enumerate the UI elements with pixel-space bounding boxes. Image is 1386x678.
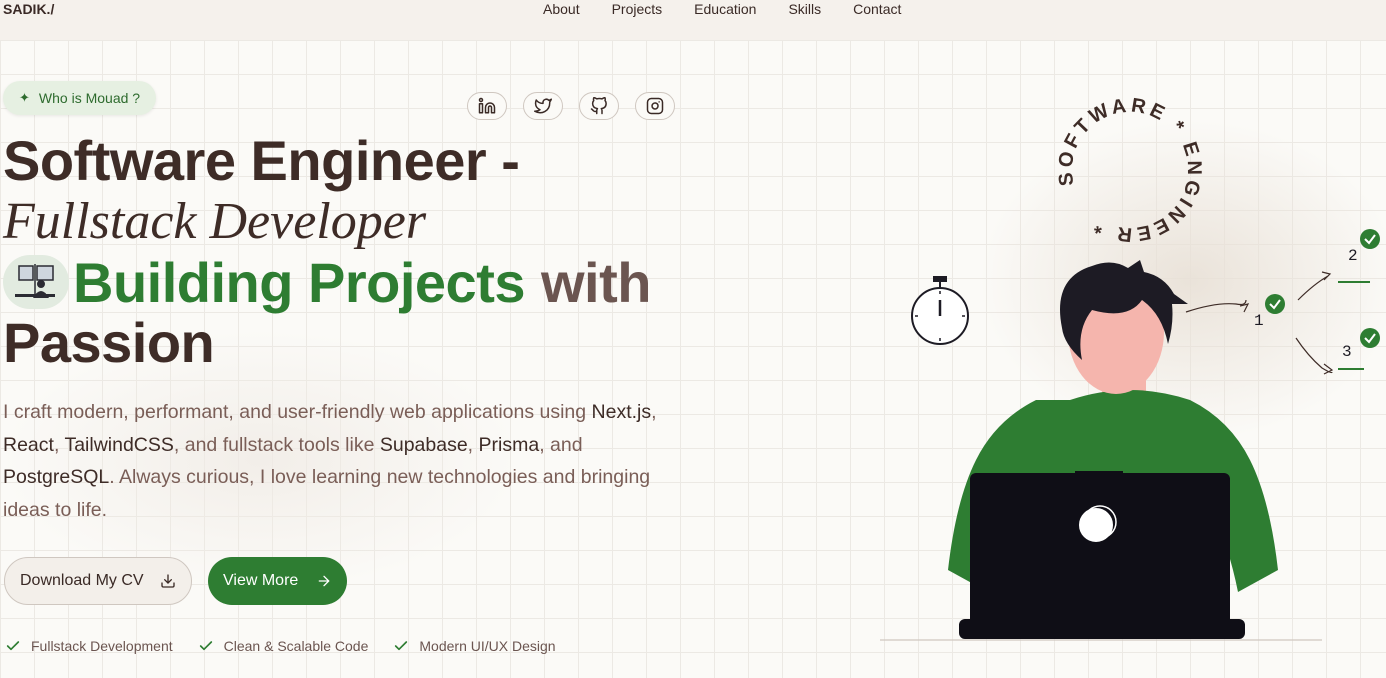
- hero-title-line3: Building Projects with: [3, 250, 651, 314]
- workstation-icon: [15, 264, 55, 298]
- download-cv-label: Download My CV: [20, 572, 144, 589]
- feature-item: Fullstack Development: [5, 638, 173, 654]
- feature-item: Modern UI/UX Design: [393, 638, 556, 654]
- check-icon: [395, 641, 408, 651]
- hero-description: I craft modern, performant, and user-fri…: [3, 401, 657, 521]
- hero-title: Software Engineer -: [3, 129, 520, 192]
- feature-item: Clean & Scalable Code: [198, 638, 369, 654]
- developer-illustration: SOFTWARE * ENGINEER * 1 2 3: [880, 78, 1380, 641]
- nav-education[interactable]: Education: [694, 1, 756, 17]
- linkedin-button[interactable]: [467, 92, 507, 120]
- hero-title-with: with: [541, 250, 651, 314]
- nav-contact[interactable]: Contact: [853, 1, 901, 17]
- feature-label: Fullstack Development: [31, 638, 173, 654]
- step-1-label: 1: [1254, 312, 1264, 330]
- instagram-icon: [646, 97, 664, 115]
- nav-projects[interactable]: Projects: [612, 1, 663, 17]
- hero-title-highlight: Building Projects: [73, 250, 526, 314]
- software-engineer-ring-text: SOFTWARE * ENGINEER *: [1038, 78, 1223, 263]
- check-icon: [199, 641, 212, 651]
- hero-title-passion: Passion: [3, 311, 215, 374]
- download-icon: [160, 574, 175, 588]
- instagram-button[interactable]: [635, 92, 675, 120]
- check-icon: [6, 641, 20, 651]
- feature-label: Clean & Scalable Code: [223, 638, 369, 654]
- feature-list: Fullstack Development Clean & Scalable C…: [5, 638, 556, 654]
- steps-diagram: 1 2 3: [1185, 229, 1380, 375]
- download-cv-button[interactable]: Download My CV: [4, 557, 192, 605]
- nav-about[interactable]: About: [543, 1, 580, 17]
- twitter-icon: [534, 98, 552, 114]
- view-more-label: View More: [223, 572, 299, 589]
- feature-label: Modern UI/UX Design: [419, 638, 556, 654]
- view-more-button[interactable]: View More: [208, 557, 347, 605]
- twitter-button[interactable]: [523, 92, 563, 120]
- stopwatch-icon: [911, 276, 969, 345]
- intro-badge: ✦ Who is Mouad ?: [3, 81, 157, 115]
- social-links: [467, 92, 675, 120]
- main-nav: About Projects Education Skills Contact: [543, 1, 933, 17]
- sparkle-icon: ✦: [19, 90, 30, 105]
- step-2-label: 2: [1348, 247, 1358, 265]
- linkedin-icon: [478, 97, 496, 114]
- badge-label: Who is Mouad ?: [38, 90, 141, 106]
- workstation-avatar: [3, 255, 69, 309]
- hero-subtitle: Fullstack Developer: [3, 193, 427, 250]
- nav-skills[interactable]: Skills: [788, 1, 821, 17]
- site-header: SADIK./ About Projects Education Skills …: [0, 0, 1386, 40]
- site-logo[interactable]: SADIK./: [3, 1, 54, 17]
- step-3-label: 3: [1342, 343, 1352, 361]
- github-icon: [590, 97, 607, 115]
- github-button[interactable]: [579, 92, 619, 120]
- arrow-right-icon: [318, 575, 330, 587]
